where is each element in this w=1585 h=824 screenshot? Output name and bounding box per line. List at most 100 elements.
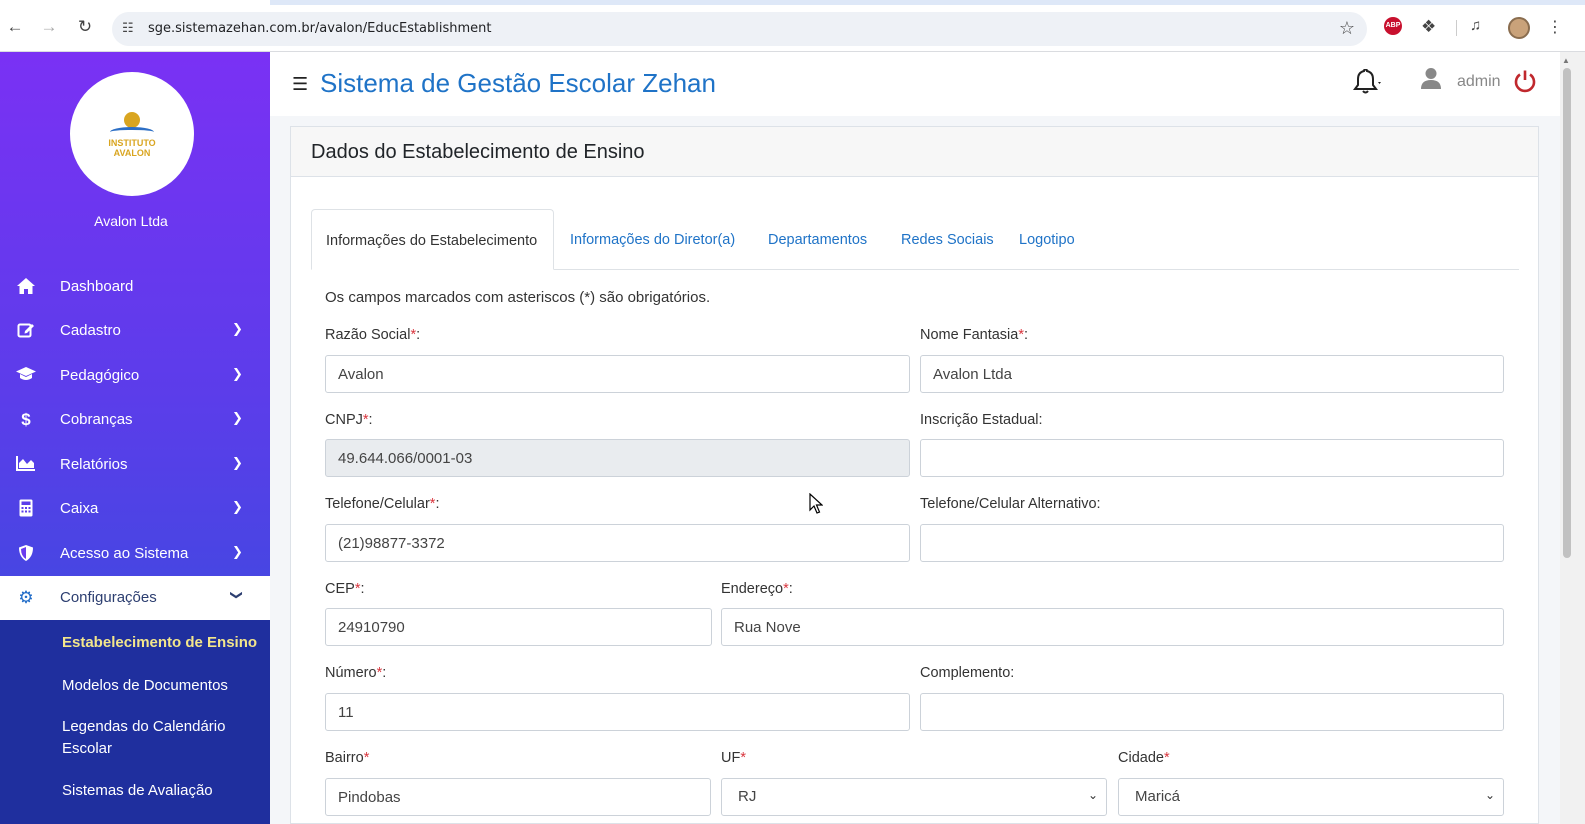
submenu-item-sistemas-avaliacao[interactable]: Sistemas de Avaliação — [62, 780, 262, 802]
media-control-icon[interactable]: ♫ — [1470, 17, 1481, 37]
back-icon[interactable]: ← — [4, 16, 26, 38]
cidade-select[interactable]: Maricá ⌄ — [1118, 778, 1504, 816]
graduation-cap-icon — [15, 366, 37, 386]
browser-active-tab[interactable] — [0, 0, 270, 5]
adblock-extension-icon[interactable]: ABP — [1384, 17, 1402, 35]
mouse-cursor-icon — [809, 492, 824, 515]
notifications-bell-icon[interactable] — [1353, 68, 1383, 95]
cidade-label: Cidade* — [1118, 750, 1170, 766]
calculator-icon — [15, 499, 37, 519]
submenu-item-estabelecimento[interactable]: Estabelecimento de Ensino — [62, 632, 262, 654]
browser-menu-icon[interactable]: ⋮ — [1547, 17, 1563, 37]
cep-input[interactable] — [325, 608, 712, 646]
configuracoes-submenu: Estabelecimento de Ensino Modelos de Doc… — [0, 620, 270, 824]
forward-icon[interactable]: → — [38, 16, 60, 38]
tab-informacoes-diretor[interactable]: Informações do Diretor(a) — [570, 231, 735, 269]
cep-label: CEP*: — [325, 581, 365, 597]
sidebar-item-label: Relatórios — [60, 456, 128, 473]
site-settings-icon[interactable]: ☷ — [122, 20, 134, 36]
logo-line-1: INSTITUTO — [108, 138, 156, 148]
hamburger-menu-icon[interactable]: ☰ — [292, 74, 308, 95]
cnpj-input[interactable] — [325, 439, 910, 477]
sidebar-item-caixa[interactable]: Caixa ❯ — [0, 487, 270, 531]
reload-icon[interactable]: ↻ — [74, 16, 96, 38]
chevron-down-icon: ⌄ — [1087, 788, 1098, 802]
submenu-item-modelos-documentos[interactable]: Modelos de Documentos — [62, 675, 262, 697]
nome-fantasia-input[interactable] — [920, 355, 1504, 393]
tab-informacoes-estabelecimento[interactable]: Informações do Estabelecimento — [311, 209, 554, 270]
browser-tabstrip — [0, 0, 1585, 5]
page-title: Dados do Estabelecimento de Ensino — [311, 141, 645, 163]
sidebar: INSTITUTO AVALON Avalon Ltda Dashboard C… — [0, 52, 270, 824]
bookmark-star-icon[interactable]: ☆ — [1339, 18, 1355, 39]
sidebar-item-label: Pedagógico — [60, 367, 140, 384]
razao-social-input[interactable] — [325, 355, 910, 393]
numero-label: Número*: — [325, 665, 387, 681]
nome-fantasia-label: Nome Fantasia*: — [920, 327, 1029, 343]
telefone-alternativo-input[interactable] — [920, 524, 1504, 562]
user-icon[interactable] — [1421, 67, 1441, 91]
logout-power-icon[interactable] — [1514, 69, 1536, 93]
numero-input[interactable] — [325, 693, 910, 731]
chart-area-icon — [15, 455, 37, 475]
inscricao-estadual-input[interactable] — [920, 439, 1504, 477]
cidade-selected-value: Maricá — [1135, 788, 1181, 805]
gear-icon: ⚙ — [18, 588, 34, 607]
sidebar-item-cadastro[interactable]: Cadastro ❯ — [0, 309, 270, 353]
razao-social-label: Razão Social*: — [325, 327, 421, 343]
shield-icon — [15, 544, 37, 564]
sidebar-item-label: Acesso ao Sistema — [60, 545, 189, 562]
sidebar-item-cobrancas[interactable]: $ Cobranças ❯ — [0, 398, 270, 442]
extensions-puzzle-icon[interactable]: ❖ — [1421, 17, 1436, 37]
complemento-input[interactable] — [920, 693, 1504, 731]
logo-book-icon — [110, 127, 154, 137]
chevron-down-icon: ⌄ — [1484, 788, 1495, 802]
chevron-right-icon: ❯ — [232, 544, 243, 559]
uf-select[interactable]: RJ ⌄ — [721, 778, 1107, 816]
home-icon — [15, 277, 37, 297]
logo-text: INSTITUTO AVALON — [70, 138, 194, 158]
page-scrollbar[interactable]: ▲ — [1560, 52, 1585, 824]
cnpj-label: CNPJ*: — [325, 412, 373, 428]
sidebar-item-label: Cobranças — [60, 411, 133, 428]
telefone-label: Telefone/Celular*: — [325, 496, 440, 512]
sidebar-item-acesso-ao-sistema[interactable]: Acesso ao Sistema ❯ — [0, 532, 270, 576]
chevron-right-icon: ❯ — [232, 321, 243, 336]
telefone-alternativo-label: Telefone/Celular Alternativo: — [920, 496, 1101, 512]
uf-label: UF* — [721, 750, 746, 766]
chevron-right-icon: ❯ — [232, 410, 243, 425]
address-bar[interactable]: ☷ sge.sistemazehan.com.br/avalon/EducEst… — [112, 12, 1367, 46]
user-name[interactable]: admin — [1457, 73, 1501, 91]
endereco-input[interactable] — [721, 608, 1504, 646]
scroll-up-arrow-icon[interactable]: ▲ — [1562, 56, 1570, 65]
url-text[interactable]: sge.sistemazehan.com.br/avalon/EducEstab… — [148, 21, 492, 36]
tab-departamentos[interactable]: Departamentos — [768, 231, 867, 269]
scrollbar-thumb[interactable] — [1563, 68, 1571, 558]
app-title: Sistema de Gestão Escolar Zehan — [320, 68, 716, 98]
submenu-item-legendas-calendario[interactable]: Legendas do Calendário Escolar — [62, 716, 262, 760]
bairro-label: Bairro* — [325, 750, 370, 766]
chevron-right-icon: ❯ — [232, 499, 243, 514]
app-header: ☰ Sistema de Gestão Escolar Zehan admin — [270, 52, 1560, 116]
required-fields-note: Os campos marcados com asteriscos (*) sã… — [325, 289, 711, 306]
toolbar-divider — [1456, 20, 1457, 36]
browser-profile-avatar[interactable] — [1508, 17, 1530, 39]
chevron-right-icon: ❯ — [232, 366, 243, 381]
card-header: Dados do Estabelecimento de Ensino — [291, 127, 1538, 177]
sidebar-item-pedagogico[interactable]: Pedagógico ❯ — [0, 354, 270, 398]
dollar-icon: $ — [21, 410, 31, 429]
inscricao-estadual-label: Inscrição Estadual: — [920, 412, 1043, 428]
tab-redes-sociais[interactable]: Redes Sociais — [901, 231, 994, 269]
sidebar-item-dashboard[interactable]: Dashboard — [0, 265, 270, 309]
complemento-label: Complemento: — [920, 665, 1015, 681]
tab-logotipo[interactable]: Logotipo — [1019, 231, 1075, 269]
sidebar-item-configuracoes[interactable]: ⚙ Configurações ❯ — [0, 576, 270, 620]
chevron-right-icon: ❯ — [232, 455, 243, 470]
telefone-input[interactable] — [325, 524, 910, 562]
logo-sun-icon — [124, 112, 140, 128]
sidebar-item-relatorios[interactable]: Relatórios ❯ — [0, 443, 270, 487]
bairro-input[interactable] — [325, 778, 711, 816]
sidebar-item-label: Dashboard — [60, 278, 134, 295]
browser-toolbar: ← → ↻ ☷ sge.sistemazehan.com.br/avalon/E… — [0, 0, 1585, 52]
uf-selected-value: RJ — [738, 788, 757, 805]
